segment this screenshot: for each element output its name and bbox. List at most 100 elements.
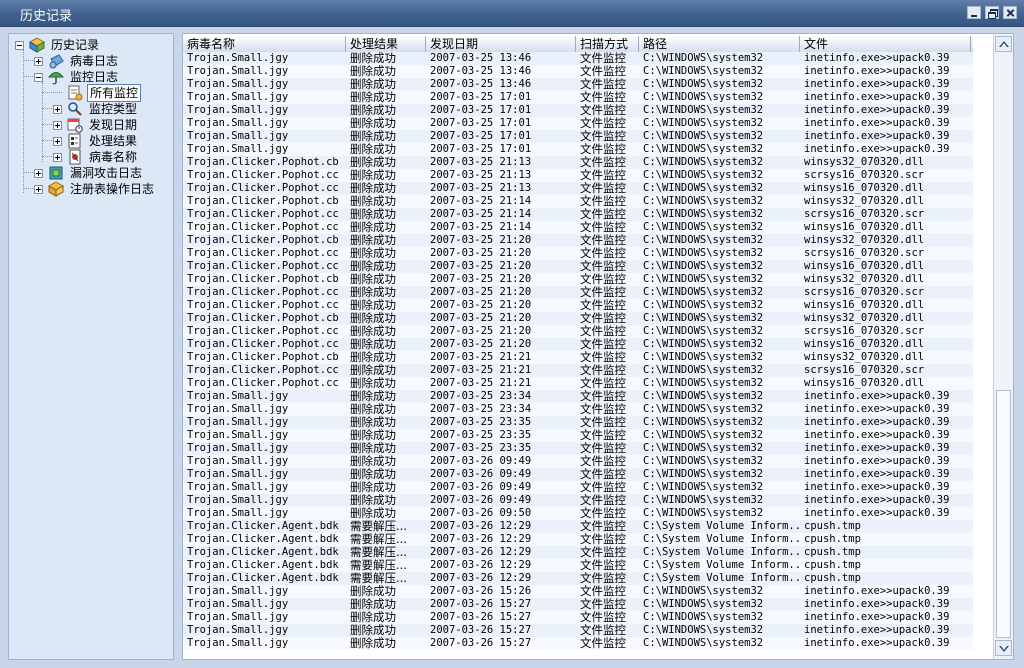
table-row[interactable]: Trojan.Small.jgy 删除成功 2007-03-25 23:34 文件监控… [183,390,973,403]
table-row[interactable]: Trojan.Clicker.Pophot.cc 删除成功 2007-03-25 2… [183,299,973,312]
table-row[interactable]: Trojan.Small.jgy 删除成功 2007-03-25 17:01 文件监控… [183,104,973,117]
table-row[interactable]: Trojan.Small.jgy 删除成功 2007-03-26 09:49 文件监控… [183,494,973,507]
table-row[interactable]: Trojan.Clicker.Agent.bdk 需要解压... 2007-03-2… [183,520,973,533]
table-row[interactable]: Trojan.Clicker.Agent.bdk 需要解压... 2007-03-2… [183,533,973,546]
table-row[interactable]: Trojan.Small.jgy 删除成功 2007-03-25 23:34 文件监控… [183,403,973,416]
table-row[interactable]: Trojan.Small.jgy 删除成功 2007-03-26 09:49 文件监控… [183,455,973,468]
table-row[interactable]: Trojan.Clicker.Pophot.cc 删除成功 2007-03-25 2… [183,182,973,195]
scroll-up-button[interactable] [995,36,1012,52]
column-header-file[interactable]: 文件 [800,36,971,52]
table-row[interactable]: Trojan.Small.jgy 删除成功 2007-03-25 17:01 文件监控… [183,130,973,143]
scroll-down-button[interactable] [995,640,1012,656]
tree-item-label: 所有监控 [87,84,142,102]
expand-toggle-icon[interactable] [34,185,43,194]
table-row[interactable]: Trojan.Small.jgy 删除成功 2007-03-26 15:26 文件监控… [183,585,973,598]
table-row[interactable]: Trojan.Clicker.Pophot.cc 删除成功 2007-03-25 2… [183,364,973,377]
expand-toggle-icon[interactable] [53,137,62,146]
cell-file: inetinfo.exe>>upack0.39 [804,117,950,129]
table-row[interactable]: Trojan.Clicker.Pophot.cc 删除成功 2007-03-25 2… [183,208,973,221]
tree-item-virus-log[interactable]: 病毒日志 [9,53,169,69]
tree-item-result[interactable]: 处理结果 [9,133,169,149]
table-row[interactable]: Trojan.Small.jgy 删除成功 2007-03-26 15:27 文件监控… [183,611,973,624]
cell-result: 删除成功 [350,91,396,104]
cell-file: cpush.tmp [804,533,861,545]
table-row[interactable]: Trojan.Clicker.Pophot.cc 删除成功 2007-03-25 2… [183,377,973,390]
column-header-virus-name[interactable]: 病毒名称 [183,36,346,52]
table-row[interactable]: Trojan.Clicker.Pophot.cc 删除成功 2007-03-25 2… [183,221,973,234]
table-row[interactable]: Trojan.Small.jgy 删除成功 2007-03-25 23:35 文件监控… [183,442,973,455]
cell-virus-name: Trojan.Small.jgy [187,65,289,77]
cell-result: 删除成功 [350,117,396,130]
table-row[interactable]: Trojan.Small.jgy 删除成功 2007-03-25 13:46 文件监控… [183,65,973,78]
table-row[interactable]: Trojan.Clicker.Pophot.cc 删除成功 2007-03-25 2… [183,338,973,351]
table-row[interactable]: Trojan.Clicker.Pophot.cc 删除成功 2007-03-25 2… [183,325,973,338]
table-row[interactable]: Trojan.Small.jgy 删除成功 2007-03-25 13:46 文件监控… [183,52,973,65]
column-header-path[interactable]: 路径 [639,36,800,52]
cell-date: 2007-03-25 23:34 [430,403,532,415]
table-row[interactable]: Trojan.Clicker.Pophot.cb 删除成功 2007-03-25 2… [183,351,973,364]
cell-file: scrsys16_070320.scr [804,286,925,298]
table-row[interactable]: Trojan.Small.jgy 删除成功 2007-03-26 15:27 文件监控… [183,598,973,611]
table-row[interactable]: Trojan.Small.jgy 删除成功 2007-03-25 17:01 文件监控… [183,117,973,130]
table-row[interactable]: Trojan.Small.jgy 删除成功 2007-03-25 17:01 文件监控… [183,91,973,104]
tree-item-all-monitor[interactable]: 所有监控 [9,84,169,102]
table-row[interactable]: Trojan.Clicker.Pophot.cb 删除成功 2007-03-25 2… [183,234,973,247]
tree-item-registry-log[interactable]: 注册表操作日志 [9,181,169,197]
tree-item-label: 发现日期 [89,118,138,132]
expand-toggle-icon[interactable] [53,153,62,162]
collapse-toggle-icon[interactable] [34,73,43,82]
column-header-result[interactable]: 处理结果 [346,36,426,52]
cell-file: winsys32_070320.dll [804,156,925,168]
history-table: 病毒名称 处理结果 发现日期 扫描方式 路径 文件 Trojan.Small.j… [182,33,1014,660]
table-row[interactable]: Trojan.Clicker.Pophot.cb 删除成功 2007-03-25 2… [183,312,973,325]
table-row[interactable]: Trojan.Clicker.Pophot.cb 删除成功 2007-03-25 2… [183,273,973,286]
vertical-scrollbar[interactable] [993,34,1013,659]
table-row[interactable]: Trojan.Small.jgy 删除成功 2007-03-25 17:01 文件监控… [183,143,973,156]
scroll-thumb[interactable] [996,390,1011,638]
cell-result: 删除成功 [350,468,396,481]
tree-root[interactable]: 历史记录 [9,37,169,53]
tree-item-exploit-log[interactable]: 漏洞攻击日志 [9,165,169,181]
minimize-button[interactable] [967,6,981,19]
cell-virus-name: Trojan.Small.jgy [187,507,289,519]
table-row[interactable]: Trojan.Small.jgy 删除成功 2007-03-26 09:50 文件监控… [183,507,973,520]
tree-item-label: 处理结果 [89,134,138,148]
tree-item-found-date[interactable]: 发现日期 [9,117,169,133]
cell-scan-mode: 文件监控 [580,117,626,130]
table-row[interactable]: Trojan.Small.jgy 删除成功 2007-03-26 15:27 文件监控… [183,624,973,637]
collapse-toggle-icon[interactable] [15,41,24,50]
table-row[interactable]: Trojan.Small.jgy 删除成功 2007-03-25 13:46 文件监控… [183,78,973,91]
table-row[interactable]: Trojan.Clicker.Pophot.cb 删除成功 2007-03-25 2… [183,156,973,169]
table-row[interactable]: Trojan.Clicker.Agent.bdk 需要解压... 2007-03-2… [183,559,973,572]
expand-toggle-icon[interactable] [34,169,43,178]
table-row[interactable]: Trojan.Clicker.Pophot.cb 删除成功 2007-03-25 2… [183,195,973,208]
table-row[interactable]: Trojan.Small.jgy 删除成功 2007-03-26 09:49 文件监控… [183,481,973,494]
close-button[interactable] [1003,6,1017,19]
expand-toggle-icon[interactable] [53,121,62,130]
table-row[interactable]: Trojan.Clicker.Agent.bdk 需要解压... 2007-03-2… [183,546,973,559]
cell-path: C:\WINDOWS\system32 [643,182,764,194]
table-row[interactable]: Trojan.Small.jgy 删除成功 2007-03-25 23:35 文件监控… [183,416,973,429]
cell-scan-mode: 文件监控 [580,195,626,208]
tree-item-virus-name[interactable]: 病毒名称 [9,149,169,165]
tree-item-monitor-type[interactable]: 监控类型 [9,101,169,117]
column-header-date[interactable]: 发现日期 [426,36,576,52]
table-row[interactable]: Trojan.Clicker.Pophot.cc 删除成功 2007-03-25 2… [183,169,973,182]
table-row[interactable]: Trojan.Small.jgy 删除成功 2007-03-26 09:49 文件监控… [183,468,973,481]
table-row[interactable]: Trojan.Small.jgy 删除成功 2007-03-26 15:27 文件监控… [183,637,973,650]
column-header-scan-mode[interactable]: 扫描方式 [576,36,639,52]
restore-button[interactable] [985,6,999,19]
table-row[interactable]: Trojan.Clicker.Agent.bdk 需要解压... 2007-03-2… [183,572,973,585]
tree-item-monitor-log[interactable]: 监控日志 [9,69,169,85]
cell-scan-mode: 文件监控 [580,585,626,598]
result-list-icon [68,133,81,149]
cell-path: C:\WINDOWS\system32 [643,325,764,337]
cell-result: 删除成功 [350,377,396,390]
table-row[interactable]: Trojan.Clicker.Pophot.cc 删除成功 2007-03-25 2… [183,286,973,299]
expand-toggle-icon[interactable] [34,57,43,66]
table-row[interactable]: Trojan.Clicker.Pophot.cc 删除成功 2007-03-25 2… [183,247,973,260]
table-row[interactable]: Trojan.Small.jgy 删除成功 2007-03-25 23:35 文件监控… [183,429,973,442]
table-row[interactable]: Trojan.Clicker.Pophot.cc 删除成功 2007-03-25 2… [183,260,973,273]
expand-toggle-icon[interactable] [53,105,62,114]
monitor-umbrella-icon [48,72,64,85]
